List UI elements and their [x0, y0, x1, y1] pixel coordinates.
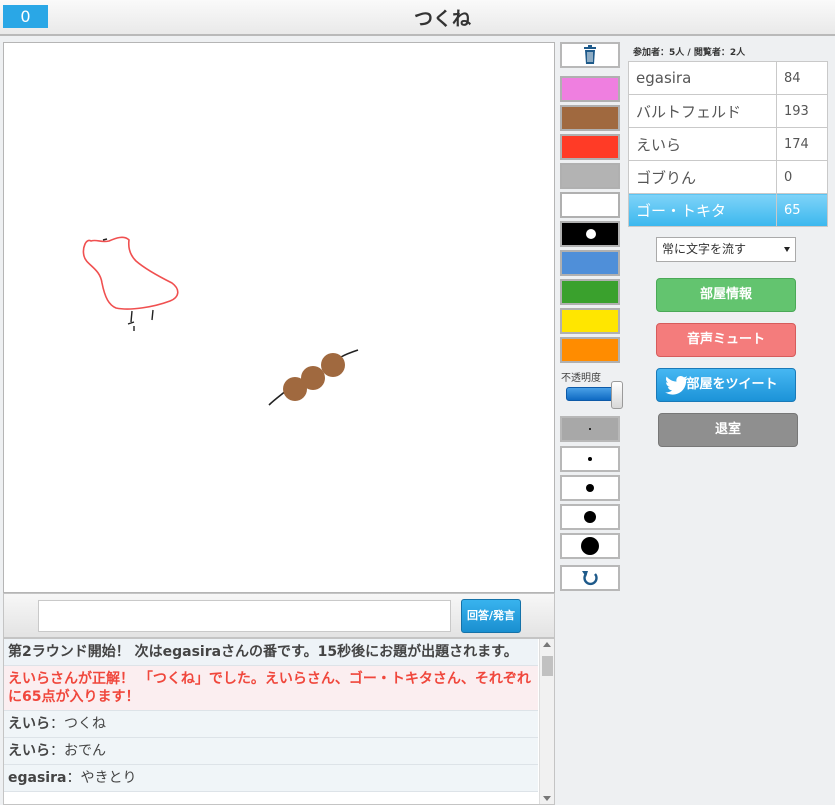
text-display-select[interactable]: 常に文字を流す — [656, 237, 796, 262]
chat-user-name: egasira — [8, 770, 67, 786]
answer-input[interactable] — [38, 600, 451, 632]
color-swatch-yellow[interactable] — [560, 308, 620, 334]
player-score: 174 — [776, 127, 828, 161]
chat-line-system: 第2ラウンド開始！ 次はegasiraさんの番です。15秒後にお題が出題されます… — [4, 639, 538, 666]
chat-separator: ： — [50, 716, 64, 732]
opacity-slider-thumb[interactable] — [611, 381, 623, 409]
chat-message: おでん — [64, 743, 106, 759]
answer-bar: 回答/発言 — [3, 593, 555, 638]
brush-dot — [589, 428, 591, 430]
brush-dot — [586, 484, 594, 492]
chat-separator: ： — [66, 770, 81, 786]
chat-line: egasira：やきとり — [4, 765, 538, 792]
undo-icon — [582, 571, 598, 586]
brush-size-2[interactable] — [560, 446, 620, 472]
player-score: 193 — [776, 94, 828, 128]
select-value: 常に文字を流す — [662, 242, 747, 256]
chat-separator: ： — [50, 743, 64, 759]
player-table: egasira 84 バルトフェルド 193 えいら 174 ゴブりん 0 ゴー… — [628, 61, 828, 227]
brush-dot — [581, 537, 599, 555]
color-swatch-pink[interactable] — [560, 76, 620, 102]
bird-leg-right — [151, 309, 154, 321]
answer-submit-button[interactable]: 回答/発言 — [461, 599, 521, 633]
player-score: 84 — [776, 61, 828, 95]
player-row: ゴブりん 0 — [628, 160, 828, 194]
color-swatch-green[interactable] — [560, 279, 620, 305]
player-row-active: ゴー・トキタ 65 — [628, 193, 828, 227]
clear-canvas-button[interactable] — [560, 42, 620, 68]
twitter-bird-icon — [665, 376, 688, 395]
player-row: バルトフェルド 193 — [628, 94, 828, 128]
chat-scrollbar[interactable] — [539, 639, 554, 804]
room-info-button[interactable]: 部屋情報 — [656, 278, 796, 312]
mute-button[interactable]: 音声ミュート — [656, 323, 796, 357]
chat-message: つくね — [64, 716, 106, 732]
color-swatch-gray[interactable] — [560, 163, 620, 189]
player-name: ゴー・トキタ — [628, 193, 777, 227]
selected-color-indicator — [586, 229, 596, 239]
color-swatch-blue[interactable] — [560, 250, 620, 276]
participant-counts: 参加者：5人 / 閲覧者：2人 — [633, 48, 746, 58]
header-bar: 0 つくね — [0, 0, 835, 36]
brush-size-1[interactable] — [560, 416, 620, 442]
opacity-label: 不透明度 — [561, 373, 601, 384]
chevron-down-icon — [784, 247, 790, 252]
chat-line: えいら：おでん — [4, 738, 538, 765]
page-title: つくね — [413, 8, 471, 30]
player-name: バルトフェルド — [628, 94, 777, 128]
color-swatch-white[interactable] — [560, 192, 620, 218]
bird-leg-left — [127, 310, 135, 331]
player-row: えいら 174 — [628, 127, 828, 161]
trash-icon — [584, 45, 596, 64]
scroll-up-arrow-icon[interactable] — [543, 642, 551, 647]
tweet-button-label: 部屋をツイート — [686, 377, 778, 392]
player-row: egasira 84 — [628, 61, 828, 95]
color-swatch-brown[interactable] — [560, 105, 620, 131]
chat-log: 第2ラウンド開始！ 次はegasiraさんの番です。15秒後にお題が出題されます… — [3, 638, 555, 805]
brush-size-5[interactable] — [560, 533, 620, 559]
tweet-button[interactable]: 部屋をツイート — [656, 368, 796, 402]
brush-size-3[interactable] — [560, 475, 620, 501]
chat-line-correct: えいらさんが正解！ 「つくね」でした。えいらさん、ゴー・トキタさん、それぞれに6… — [4, 666, 538, 711]
drawing-strokes — [82, 236, 359, 406]
player-score: 65 — [776, 193, 828, 227]
brush-size-4[interactable] — [560, 504, 620, 530]
tsukune-ball-3 — [321, 353, 345, 377]
bird-outline-stroke — [82, 236, 179, 310]
chat-message: やきとり — [80, 770, 137, 786]
opacity-slider[interactable] — [566, 387, 616, 401]
undo-button[interactable] — [560, 565, 620, 591]
tsukune-ball-2 — [301, 366, 325, 390]
player-score: 0 — [776, 160, 828, 194]
leave-room-button[interactable]: 退室 — [658, 413, 798, 447]
drawing-canvas[interactable] — [3, 42, 555, 593]
chat-line: えいら：つくね — [4, 711, 538, 738]
player-name: えいら — [628, 127, 777, 161]
player-name: egasira — [628, 61, 777, 95]
color-swatch-red[interactable] — [560, 134, 620, 160]
color-swatch-black[interactable] — [560, 221, 620, 247]
brush-dot — [588, 457, 592, 461]
chat-user-name: えいら — [8, 743, 50, 759]
bird-eye-stroke — [102, 238, 108, 241]
scroll-down-arrow-icon[interactable] — [543, 796, 551, 801]
color-swatch-orange[interactable] — [560, 337, 620, 363]
player-name: ゴブりん — [628, 160, 777, 194]
chat-user-name: えいら — [8, 716, 50, 732]
brush-dot — [584, 511, 596, 523]
scroll-thumb[interactable] — [542, 656, 553, 676]
